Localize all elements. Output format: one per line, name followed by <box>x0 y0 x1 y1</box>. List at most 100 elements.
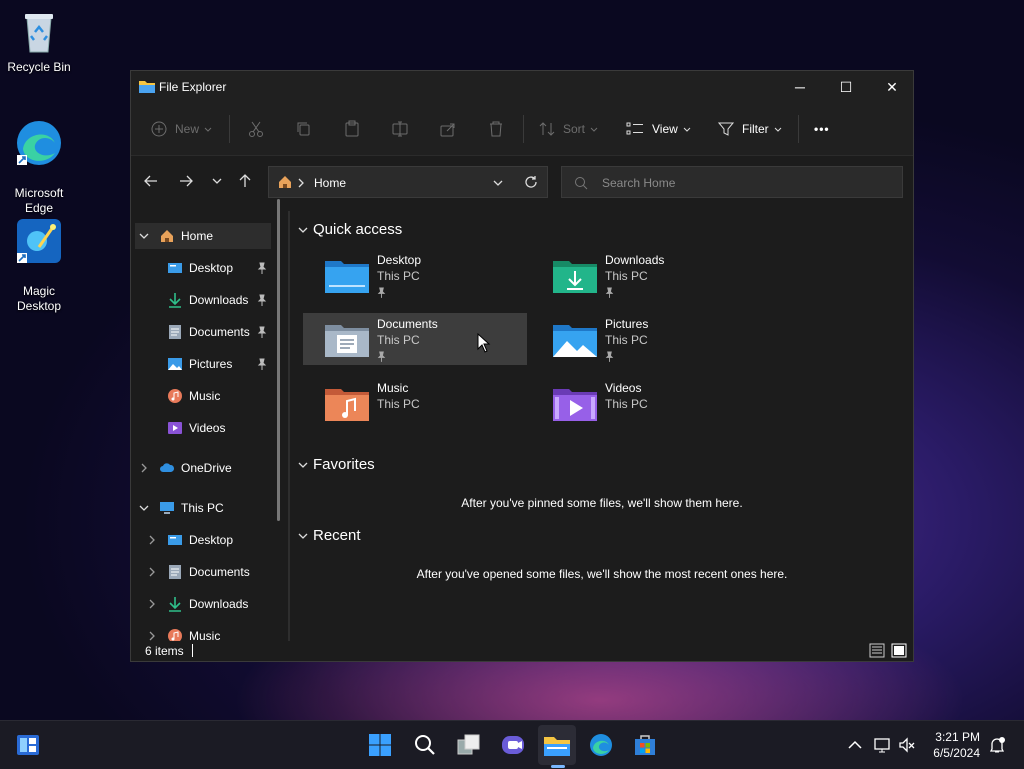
minimize-icon: ─ <box>795 79 805 95</box>
new-button[interactable]: New <box>151 117 213 141</box>
toolbar-divider <box>523 115 524 143</box>
sidebar-item-onedrive[interactable]: OneDrive <box>135 455 271 481</box>
sidebar-item-this-pc[interactable]: This PC <box>135 495 271 521</box>
favorites-header[interactable]: Favorites <box>297 456 375 473</box>
file-explorer-taskbar-button[interactable] <box>543 731 571 759</box>
refresh-icon[interactable] <box>524 175 538 189</box>
paste-button[interactable] <box>343 117 361 141</box>
store-taskbar-button[interactable] <box>631 731 659 759</box>
quick-access-music[interactable]: Music This PC <box>303 377 527 429</box>
sidebar-item-videos[interactable]: Videos <box>167 415 271 441</box>
quick-access-videos[interactable]: Videos This PC <box>531 377 755 429</box>
arrow-right-icon <box>180 175 193 187</box>
recent-header[interactable]: Recent <box>297 527 361 544</box>
recent-locations-button[interactable] <box>205 169 229 193</box>
sidebar-item-home[interactable]: Home <box>135 223 271 249</box>
desktop-icon-edge[interactable]: Microsoft Edge <box>4 104 74 216</box>
cut-button[interactable] <box>247 117 265 141</box>
folder-location: This PC <box>377 333 420 347</box>
system-clock[interactable]: 3:21 PM 6/5/2024 <box>933 729 980 761</box>
view-button[interactable]: View <box>626 117 692 141</box>
edge-icon <box>590 734 612 756</box>
maximize-button[interactable]: ☐ <box>823 71 869 103</box>
sidebar-item-desktop[interactable]: Desktop <box>167 255 271 281</box>
quick-access-downloads[interactable]: Downloads This PC <box>531 249 755 301</box>
sidebar-scrollbar[interactable] <box>277 199 280 521</box>
sidebar-item-downloads[interactable]: Downloads <box>167 287 271 313</box>
forward-button[interactable] <box>174 169 198 193</box>
sidebar-item-label: Downloads <box>189 293 249 307</box>
quick-access-documents[interactable]: Documents This PC <box>303 313 527 365</box>
up-button[interactable] <box>233 169 257 193</box>
desktop-icon-recycle-bin[interactable]: Recycle Bin <box>4 8 74 75</box>
folder-name: Desktop <box>377 253 422 267</box>
copy-button[interactable] <box>295 117 313 141</box>
volume-muted-icon[interactable] <box>898 736 916 754</box>
paste-icon <box>345 120 359 137</box>
pin-icon <box>377 351 386 362</box>
toolbar-divider <box>798 115 799 143</box>
sort-button[interactable]: Sort <box>539 117 599 141</box>
desktop-icon-label: Recycle Bin <box>7 60 71 74</box>
folder-name: Music <box>377 381 409 395</box>
rename-button[interactable] <box>391 117 409 141</box>
minimize-button[interactable]: ─ <box>777 71 823 103</box>
folder-name: Videos <box>605 381 642 395</box>
more-icon: ••• <box>814 122 830 136</box>
folder-location: This PC <box>377 397 420 411</box>
chevron-down-icon <box>298 462 308 468</box>
sidebar-item-pc-downloads[interactable]: Downloads <box>147 591 271 617</box>
favorites-empty-message: After you've pinned some files, we'll sh… <box>461 496 743 510</box>
details-view-icon[interactable] <box>869 643 885 658</box>
address-bar[interactable]: Home <box>268 166 548 198</box>
sidebar-item-pc-documents[interactable]: Documents <box>147 559 271 585</box>
chevron-down-icon[interactable] <box>492 178 504 188</box>
delete-button[interactable] <box>487 117 505 141</box>
sidebar-item-documents[interactable]: Documents <box>167 319 271 345</box>
section-title: Favorites <box>313 456 375 473</box>
search-taskbar-button[interactable] <box>411 731 439 759</box>
back-button[interactable] <box>139 169 163 193</box>
quick-access-header[interactable]: Quick access <box>297 221 402 238</box>
share-button[interactable] <box>439 117 457 141</box>
quick-access-desktop[interactable]: Desktop This PC <box>303 249 527 301</box>
documents-folder-icon <box>325 325 369 357</box>
search-icon <box>415 735 435 755</box>
content-pane: Quick access Desktop This PC Downloads T… <box>291 211 913 643</box>
recent-empty-message: After you've opened some files, we'll sh… <box>416 567 788 581</box>
search-box[interactable]: Search Home <box>561 166 903 198</box>
large-icons-view-icon[interactable] <box>891 643 907 658</box>
desktop-folder-icon <box>168 535 182 545</box>
task-view-button[interactable] <box>455 731 483 759</box>
more-options-button[interactable]: ••• <box>814 117 830 141</box>
sidebar-item-pictures[interactable]: Pictures <box>167 351 271 377</box>
notification-bell-icon[interactable] <box>988 736 1006 754</box>
filter-button[interactable]: Filter <box>718 117 783 141</box>
teams-chat-button[interactable] <box>499 731 527 759</box>
sort-label: Sort <box>563 122 586 136</box>
sidebar-item-pc-music[interactable]: Music <box>147 623 271 643</box>
desktop-icon-magic-desktop[interactable]: Magic Desktop <box>4 202 74 314</box>
title-bar[interactable]: File Explorer ─ ☐ ✕ <box>131 71 913 103</box>
arrow-up-icon <box>239 174 251 187</box>
rename-icon <box>392 121 408 137</box>
network-icon[interactable] <box>873 736 891 754</box>
sidebar-item-label: Documents <box>189 325 250 339</box>
close-button[interactable]: ✕ <box>869 71 915 103</box>
chat-icon <box>502 736 524 754</box>
share-icon <box>440 123 455 137</box>
pane-divider[interactable] <box>288 211 290 641</box>
sidebar-item-music[interactable]: Music <box>167 383 271 409</box>
widgets-button[interactable] <box>14 731 42 759</box>
music-icon <box>168 389 182 403</box>
edge-taskbar-button[interactable] <box>587 731 615 759</box>
start-button[interactable] <box>366 731 394 759</box>
sidebar-item-label: Desktop <box>189 533 234 547</box>
home-icon <box>161 230 173 242</box>
chevron-up-icon[interactable] <box>846 736 864 754</box>
pin-icon <box>605 287 614 298</box>
desktop-icon-label: Magic Desktop <box>16 284 62 313</box>
quick-access-pictures[interactable]: Pictures This PC <box>531 313 755 365</box>
filter-label: Filter <box>742 122 769 136</box>
sidebar-item-pc-desktop[interactable]: Desktop <box>147 527 271 553</box>
